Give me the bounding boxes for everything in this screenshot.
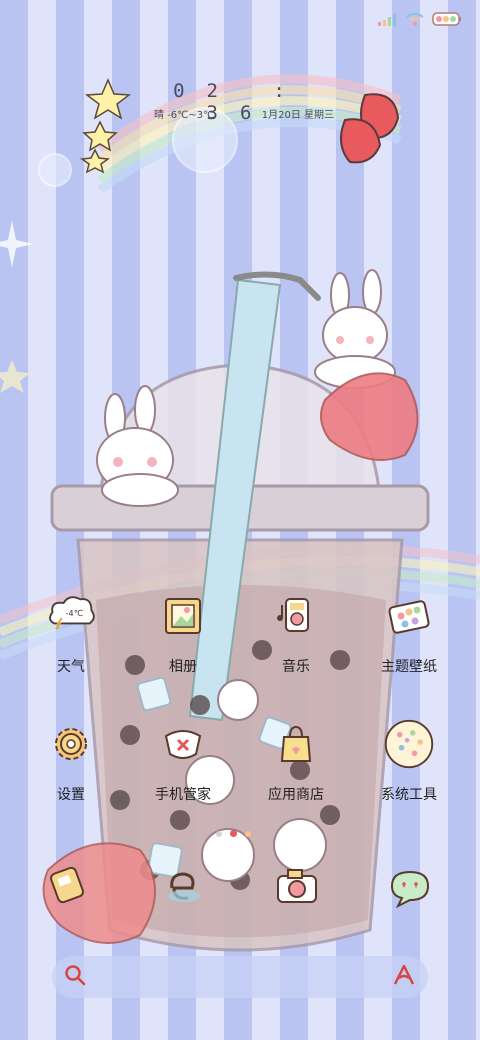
picture-frame-icon [157,590,209,642]
assistant-a-icon[interactable] [392,964,416,990]
gear-icon [45,718,97,770]
music-player-icon [270,590,322,642]
weather-summary: 晴 -6℃~3℃ [154,110,215,121]
dock-phone[interactable] [44,862,90,912]
phone-icon [44,862,90,912]
shopping-bag-icon [270,718,322,770]
app-label: 天气 [57,659,85,675]
app-label: 系统工具 [381,787,437,803]
weather-date-widget[interactable]: 晴 -6℃~3℃ 1月20日 星期三 [154,106,334,121]
app-music[interactable]: 音乐 [241,590,351,676]
signal-bars-icon [378,11,398,30]
paint-palette-icon [383,590,435,642]
weather-cloud-icon: -4℃ [45,590,97,642]
status-bar [378,10,462,30]
app-store[interactable]: 应用商店 [241,718,351,804]
weather-badge: -4℃ [65,608,83,618]
app-label: 手机管家 [155,787,211,803]
browser-e-icon [160,864,206,914]
app-phone-manager[interactable]: 手机管家 [128,718,238,804]
dock-camera[interactable] [274,864,320,914]
page-indicator[interactable] [216,830,251,837]
app-label: 应用商店 [268,787,324,803]
app-themes[interactable]: 主题壁纸 [354,590,464,676]
app-label: 相册 [169,659,197,675]
message-bubble-icon [388,868,432,912]
app-system-tools[interactable]: 系统工具 [354,718,464,804]
app-label: 设置 [57,787,85,803]
search-icon[interactable] [64,964,86,990]
camera-icon [274,864,320,914]
tools-circle-icon [383,718,435,770]
page-dot [245,830,251,837]
battery-icon [432,11,462,30]
page-dot [216,830,222,837]
search-bar[interactable] [52,956,428,998]
app-weather[interactable]: -4℃ 天气 [16,590,126,676]
app-gallery[interactable]: 相册 [128,590,238,676]
app-label: 主题壁纸 [381,659,437,675]
app-settings[interactable]: 设置 [16,718,126,804]
wifi-icon [406,11,424,30]
dock-browser[interactable] [160,864,206,914]
date-text: 1月20日 星期三 [261,110,334,121]
app-label: 音乐 [282,659,310,675]
shield-mask-icon [157,718,209,770]
page-dot-active [230,830,237,837]
dock-messages[interactable] [388,868,432,912]
